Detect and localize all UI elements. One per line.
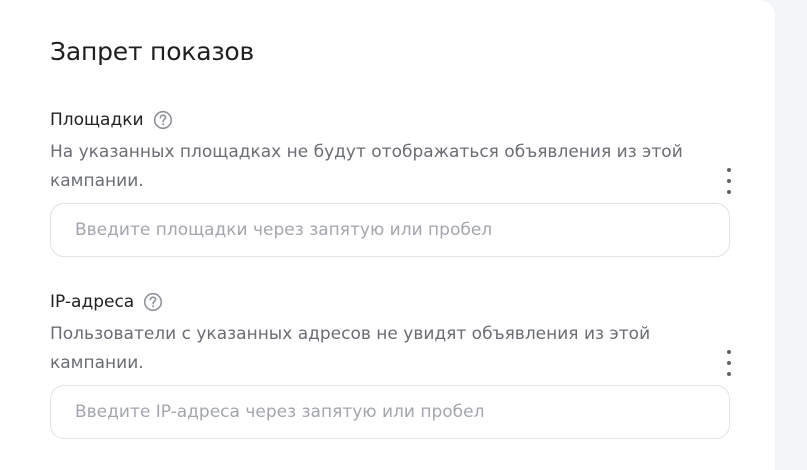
- settings-card: Запрет показов Площадки На указанных пло…: [0, 0, 775, 470]
- more-dot: [727, 372, 731, 376]
- help-icon[interactable]: [143, 292, 163, 312]
- sites-input-wrapper: [50, 203, 730, 257]
- page-background-strip: [775, 0, 807, 454]
- ip-label: IP-адреса: [50, 292, 135, 312]
- sites-label: Площадки: [50, 110, 144, 130]
- more-dot: [727, 179, 731, 183]
- help-icon[interactable]: [153, 110, 173, 130]
- ip-label-row: IP-адреса: [50, 290, 730, 314]
- more-vertical-icon[interactable]: [726, 168, 732, 194]
- ip-section: IP-адреса Пользователи с указанных адрес…: [50, 290, 732, 439]
- more-dot: [727, 350, 731, 354]
- ip-description: Пользователи с указанных адресов не увид…: [50, 324, 651, 373]
- more-vertical-icon[interactable]: [726, 350, 732, 376]
- more-dot: [727, 168, 731, 172]
- sites-input[interactable]: [51, 204, 729, 256]
- question-circle-icon: [144, 292, 163, 312]
- more-dot: [727, 190, 731, 194]
- page-title: Запрет показов: [50, 37, 255, 66]
- sites-section: Площадки На указанных площадках не будут…: [50, 108, 732, 257]
- more-dot: [727, 361, 731, 365]
- ip-input[interactable]: [51, 386, 729, 438]
- question-circle-icon: [153, 110, 172, 130]
- ip-input-wrapper: [50, 385, 730, 439]
- sites-description: На указанных площадках не будут отобража…: [50, 142, 683, 191]
- sites-label-row: Площадки: [50, 108, 730, 132]
